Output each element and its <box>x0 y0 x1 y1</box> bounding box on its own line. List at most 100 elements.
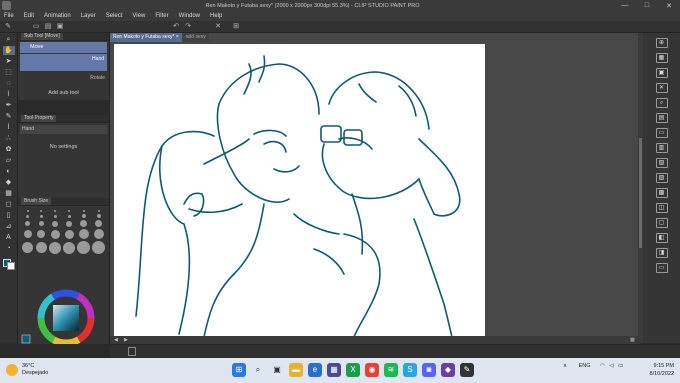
subtool-hand[interactable]: Hand <box>20 54 107 71</box>
subtool-rotate[interactable]: Rotate <box>18 72 109 84</box>
material-icon[interactable]: ▣ <box>655 68 668 78</box>
transform-icon[interactable]: ⊞ <box>232 23 240 31</box>
maximize-button[interactable]: □ <box>636 2 658 10</box>
figure-icon[interactable]: ◻ <box>3 200 15 209</box>
current-color-swatch[interactable] <box>21 334 31 344</box>
store-icon[interactable]: ▦ <box>327 363 341 377</box>
brush-size-option[interactable] <box>68 210 70 212</box>
redo-icon[interactable]: ↷ <box>184 23 192 31</box>
brush-size-option[interactable] <box>64 229 74 239</box>
brush-size-option[interactable] <box>25 221 31 226</box>
brush-size-option[interactable] <box>23 230 32 238</box>
chrome-icon[interactable]: ◉ <box>365 363 379 377</box>
text-icon[interactable]: A <box>3 233 15 242</box>
document-tab-close-icon[interactable]: × <box>176 34 179 40</box>
copy-icon[interactable]: ◫ <box>655 203 668 213</box>
mask-icon[interactable]: ▧ <box>655 158 668 168</box>
brush-size-option[interactable] <box>66 220 72 227</box>
menu-edit[interactable]: Edit <box>24 13 34 19</box>
drawing-canvas[interactable] <box>114 44 485 337</box>
weather-widget[interactable]: 36°C Despejado <box>6 363 48 377</box>
brush-size-option[interactable] <box>67 214 71 218</box>
menu-view[interactable]: View <box>132 13 145 19</box>
merge-icon[interactable]: ◧ <box>655 233 668 243</box>
saturation-square[interactable] <box>53 305 79 331</box>
brush-size-option[interactable] <box>38 221 44 226</box>
delete-icon[interactable]: ▢ <box>655 218 668 228</box>
brush-size-option[interactable] <box>95 220 102 227</box>
navigator-icon[interactable]: ▦ <box>630 337 635 343</box>
tray-chevron-icon[interactable]: ∧ <box>563 363 567 369</box>
battery-icon[interactable]: ▭ <box>618 363 623 369</box>
frame-icon[interactable]: ▯ <box>3 211 15 220</box>
blend-icon[interactable]: ◐ <box>3 167 15 176</box>
ruler-icon[interactable]: ⊿ <box>3 222 15 231</box>
lasso-icon[interactable]: ◌ <box>3 79 15 88</box>
brush-size-option[interactable] <box>49 241 61 254</box>
zoom-icon[interactable]: ⌕ <box>3 35 15 44</box>
open-icon[interactable]: ▤ <box>44 23 52 31</box>
brush-size-option[interactable] <box>39 214 43 218</box>
gradient-icon[interactable]: ▦ <box>3 189 15 198</box>
layer-new-icon[interactable]: ▤ <box>655 113 668 123</box>
lock-icon[interactable]: ▥ <box>655 143 668 153</box>
hand-icon[interactable]: ✋ <box>2 46 15 55</box>
brush-size-option[interactable] <box>81 214 86 218</box>
brush-size-option[interactable] <box>26 210 29 212</box>
menu-layer[interactable]: Layer <box>81 13 96 19</box>
decoration-icon[interactable]: ✿ <box>3 145 15 154</box>
brush-size-option[interactable] <box>53 214 57 218</box>
brush-size-option[interactable] <box>35 242 47 253</box>
export-icon[interactable]: ◨ <box>655 248 668 258</box>
file-explorer-icon[interactable]: ▬ <box>289 363 303 377</box>
menu-window[interactable]: Window <box>179 13 200 19</box>
start-icon[interactable]: ⊞ <box>232 363 246 377</box>
skype-icon[interactable]: S <box>403 363 417 377</box>
document-tab-active[interactable]: Ren Makoto y Futaba sexy* × <box>110 33 182 42</box>
clip-icon[interactable]: ▩ <box>655 188 668 198</box>
brush-size-option[interactable] <box>40 210 43 212</box>
spotify-icon[interactable]: ≋ <box>384 363 398 377</box>
new-icon[interactable]: ▭ <box>32 23 40 31</box>
brush-size-option[interactable] <box>78 229 89 239</box>
zoom-in-icon[interactable]: ▶ <box>124 337 128 343</box>
undo-icon[interactable]: ↶ <box>172 23 180 31</box>
menu-animation[interactable]: Animation <box>44 13 71 19</box>
menu-help[interactable]: Help <box>210 13 222 19</box>
pencil-icon[interactable]: ✎ <box>3 112 15 121</box>
brush-size-option[interactable] <box>93 229 104 239</box>
brush-size-option[interactable] <box>26 214 30 218</box>
task-view-icon[interactable]: ▣ <box>270 363 284 377</box>
clock[interactable]: 9:15 PM 8/10/2022 <box>636 362 674 378</box>
select-icon[interactable]: ⬚ <box>3 68 15 77</box>
folder-icon[interactable]: ▭ <box>655 128 668 138</box>
color-swatches[interactable] <box>2 259 15 270</box>
sub-color-swatch[interactable] <box>6 262 15 270</box>
search-icon[interactable]: ⌕ <box>251 363 265 377</box>
clear-icon[interactable]: ✕ <box>214 23 222 31</box>
xbox-icon[interactable]: X <box>346 363 360 377</box>
property-icon[interactable]: ✕ <box>655 83 668 93</box>
volume-icon[interactable]: ◁ <box>609 363 613 369</box>
menu-filter[interactable]: Filter <box>155 13 168 19</box>
subtool-move[interactable]: Move <box>20 42 107 53</box>
search-icon[interactable]: ⌕ <box>655 98 668 108</box>
clip-studio-icon[interactable]: ✎ <box>460 363 474 377</box>
brush-size-option[interactable] <box>54 210 56 212</box>
airbrush-icon[interactable]: ∴ <box>3 134 15 143</box>
brush-size-option[interactable] <box>37 230 46 238</box>
save-icon[interactable]: ▣ <box>56 23 64 31</box>
wifi-icon[interactable]: ◠ <box>600 363 605 369</box>
brush-size-option[interactable] <box>22 242 34 253</box>
brush-icon[interactable]: ǀ <box>3 123 15 132</box>
eraser-icon[interactable]: ▱ <box>3 156 15 165</box>
layer-icon[interactable]: ▦ <box>655 53 668 63</box>
close-button[interactable]: ✕ <box>658 2 680 10</box>
brush-size-option[interactable] <box>80 220 87 227</box>
menu-file[interactable]: File <box>4 13 14 19</box>
brush-size-option[interactable] <box>50 229 60 239</box>
settings-icon[interactable]: ▭ <box>655 263 668 273</box>
color-wheel[interactable] <box>18 288 110 347</box>
scrollbar-thumb[interactable] <box>639 138 642 248</box>
move-icon[interactable]: ➤ <box>3 57 15 66</box>
